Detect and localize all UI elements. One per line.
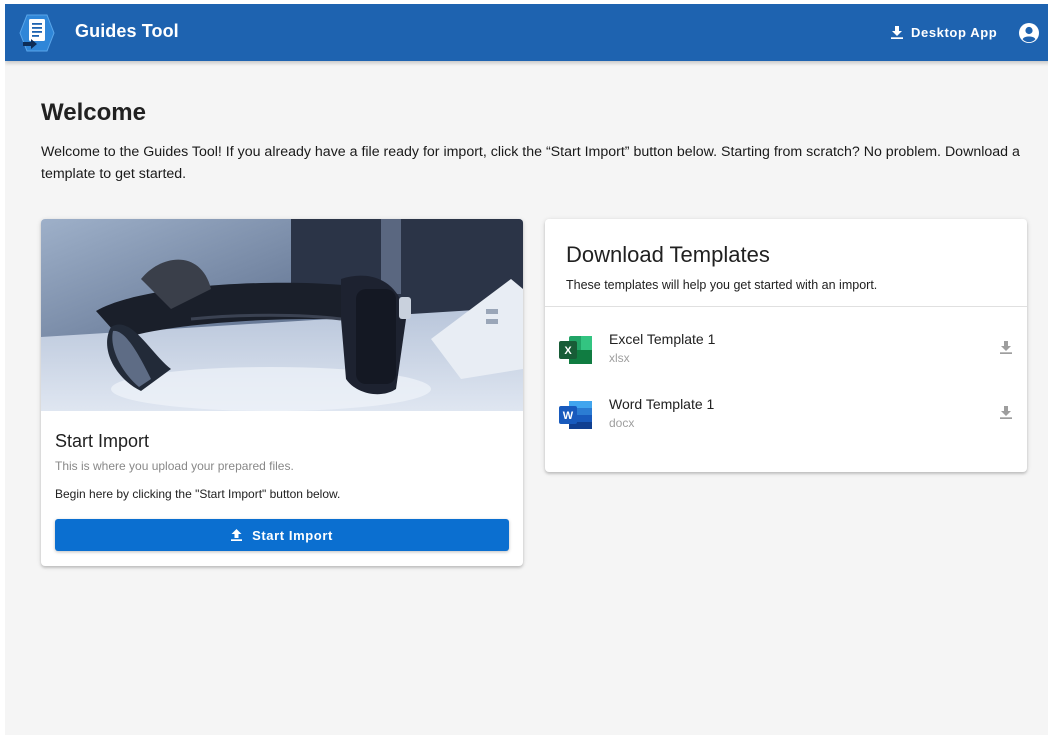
- download-icon[interactable]: [1000, 406, 1012, 419]
- guides-logo-icon[interactable]: [17, 13, 55, 53]
- templates-title: Download Templates: [566, 242, 770, 267]
- download-icon: [891, 25, 903, 39]
- start-import-subtitle: This is where you upload your prepared f…: [55, 459, 294, 473]
- download-icon[interactable]: [1000, 341, 1012, 354]
- start-import-button-label: Start Import: [252, 527, 333, 543]
- start-import-button[interactable]: Start Import: [55, 519, 509, 551]
- svg-text:X: X: [564, 345, 572, 357]
- template-ext: docx: [609, 416, 635, 430]
- template-ext: xlsx: [609, 351, 630, 365]
- svg-text:W: W: [563, 410, 574, 422]
- app-title: Guides Tool: [75, 21, 179, 41]
- download-templates-card: Download Templates These templates will …: [545, 219, 1027, 472]
- start-import-description: Begin here by clicking the "Start Import…: [55, 487, 341, 501]
- template-item-excel[interactable]: X Excel Template 1 xlsx: [545, 321, 1027, 377]
- start-import-title: Start Import: [55, 431, 150, 451]
- templates-subtitle: These templates will help you get starte…: [566, 278, 878, 292]
- app-frame: Guides Tool Desktop App Welcome Welcome …: [5, 4, 1048, 735]
- desktop-app-label: Desktop App: [911, 24, 998, 40]
- excel-icon: X: [559, 336, 592, 364]
- template-name: Excel Template 1: [609, 331, 716, 347]
- template-item-word[interactable]: W Word Template 1 docx: [545, 386, 1027, 442]
- word-icon: W: [559, 401, 592, 429]
- desktop-app-button[interactable]: Desktop App: [891, 18, 997, 46]
- hero-headset-image: [41, 219, 523, 411]
- upload-icon: [231, 529, 243, 541]
- app-bar: Guides Tool Desktop App: [5, 4, 1048, 61]
- account-icon[interactable]: [1019, 23, 1039, 43]
- start-import-card: Start Import This is where you upload yo…: [41, 219, 523, 566]
- divider: [545, 306, 1027, 307]
- page-title: Welcome: [41, 99, 146, 126]
- template-name: Word Template 1: [609, 396, 715, 412]
- welcome-text: Welcome to the Guides Tool! If you alrea…: [41, 144, 1020, 182]
